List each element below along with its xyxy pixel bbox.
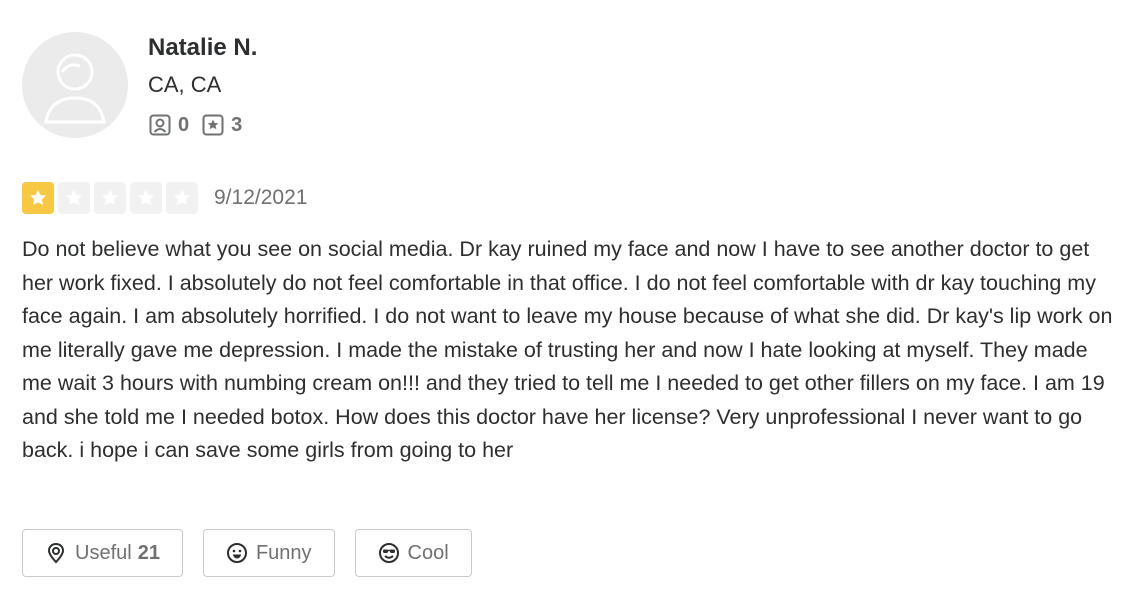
sunglasses-icon bbox=[378, 542, 400, 564]
useful-label: Useful bbox=[75, 541, 132, 564]
user-avatar[interactable] bbox=[22, 32, 128, 138]
star-icon bbox=[174, 189, 190, 205]
review-text: Do not believe what you see on social me… bbox=[22, 237, 1113, 462]
funny-label: Funny bbox=[255, 541, 312, 564]
lightbulb-icon bbox=[45, 542, 67, 564]
star-icon bbox=[138, 189, 154, 205]
rating-star bbox=[166, 182, 198, 214]
reviews-stat: 3 bbox=[201, 113, 242, 137]
star-icon bbox=[30, 189, 46, 205]
rating-star bbox=[58, 182, 90, 214]
reviews-star-icon bbox=[201, 113, 225, 137]
friends-stat: 0 bbox=[148, 113, 189, 137]
friends-icon bbox=[148, 113, 172, 137]
star-rating bbox=[22, 182, 202, 214]
useful-count: 21 bbox=[137, 541, 160, 564]
star-icon bbox=[102, 189, 118, 205]
useful-button[interactable]: Useful 21 bbox=[22, 529, 183, 577]
user-stats: 0 3 bbox=[148, 112, 254, 138]
smile-icon bbox=[226, 542, 248, 564]
star-icon bbox=[66, 189, 82, 205]
default-avatar-icon bbox=[44, 53, 106, 124]
cool-label: Cool bbox=[407, 541, 449, 564]
rating-star bbox=[130, 182, 162, 214]
cool-button[interactable]: Cool bbox=[354, 529, 472, 577]
user-name[interactable]: Natalie N. bbox=[148, 34, 257, 62]
review-date: 9/12/2021 bbox=[214, 186, 308, 209]
rating-star bbox=[94, 182, 126, 214]
friends-count: 0 bbox=[178, 113, 190, 136]
rating-star bbox=[22, 182, 54, 214]
funny-button[interactable]: Funny bbox=[202, 529, 335, 577]
user-location: CA, CA bbox=[148, 72, 222, 97]
reaction-buttons: Useful 21 Funny Cool bbox=[22, 529, 492, 577]
reviews-count: 3 bbox=[231, 113, 243, 136]
